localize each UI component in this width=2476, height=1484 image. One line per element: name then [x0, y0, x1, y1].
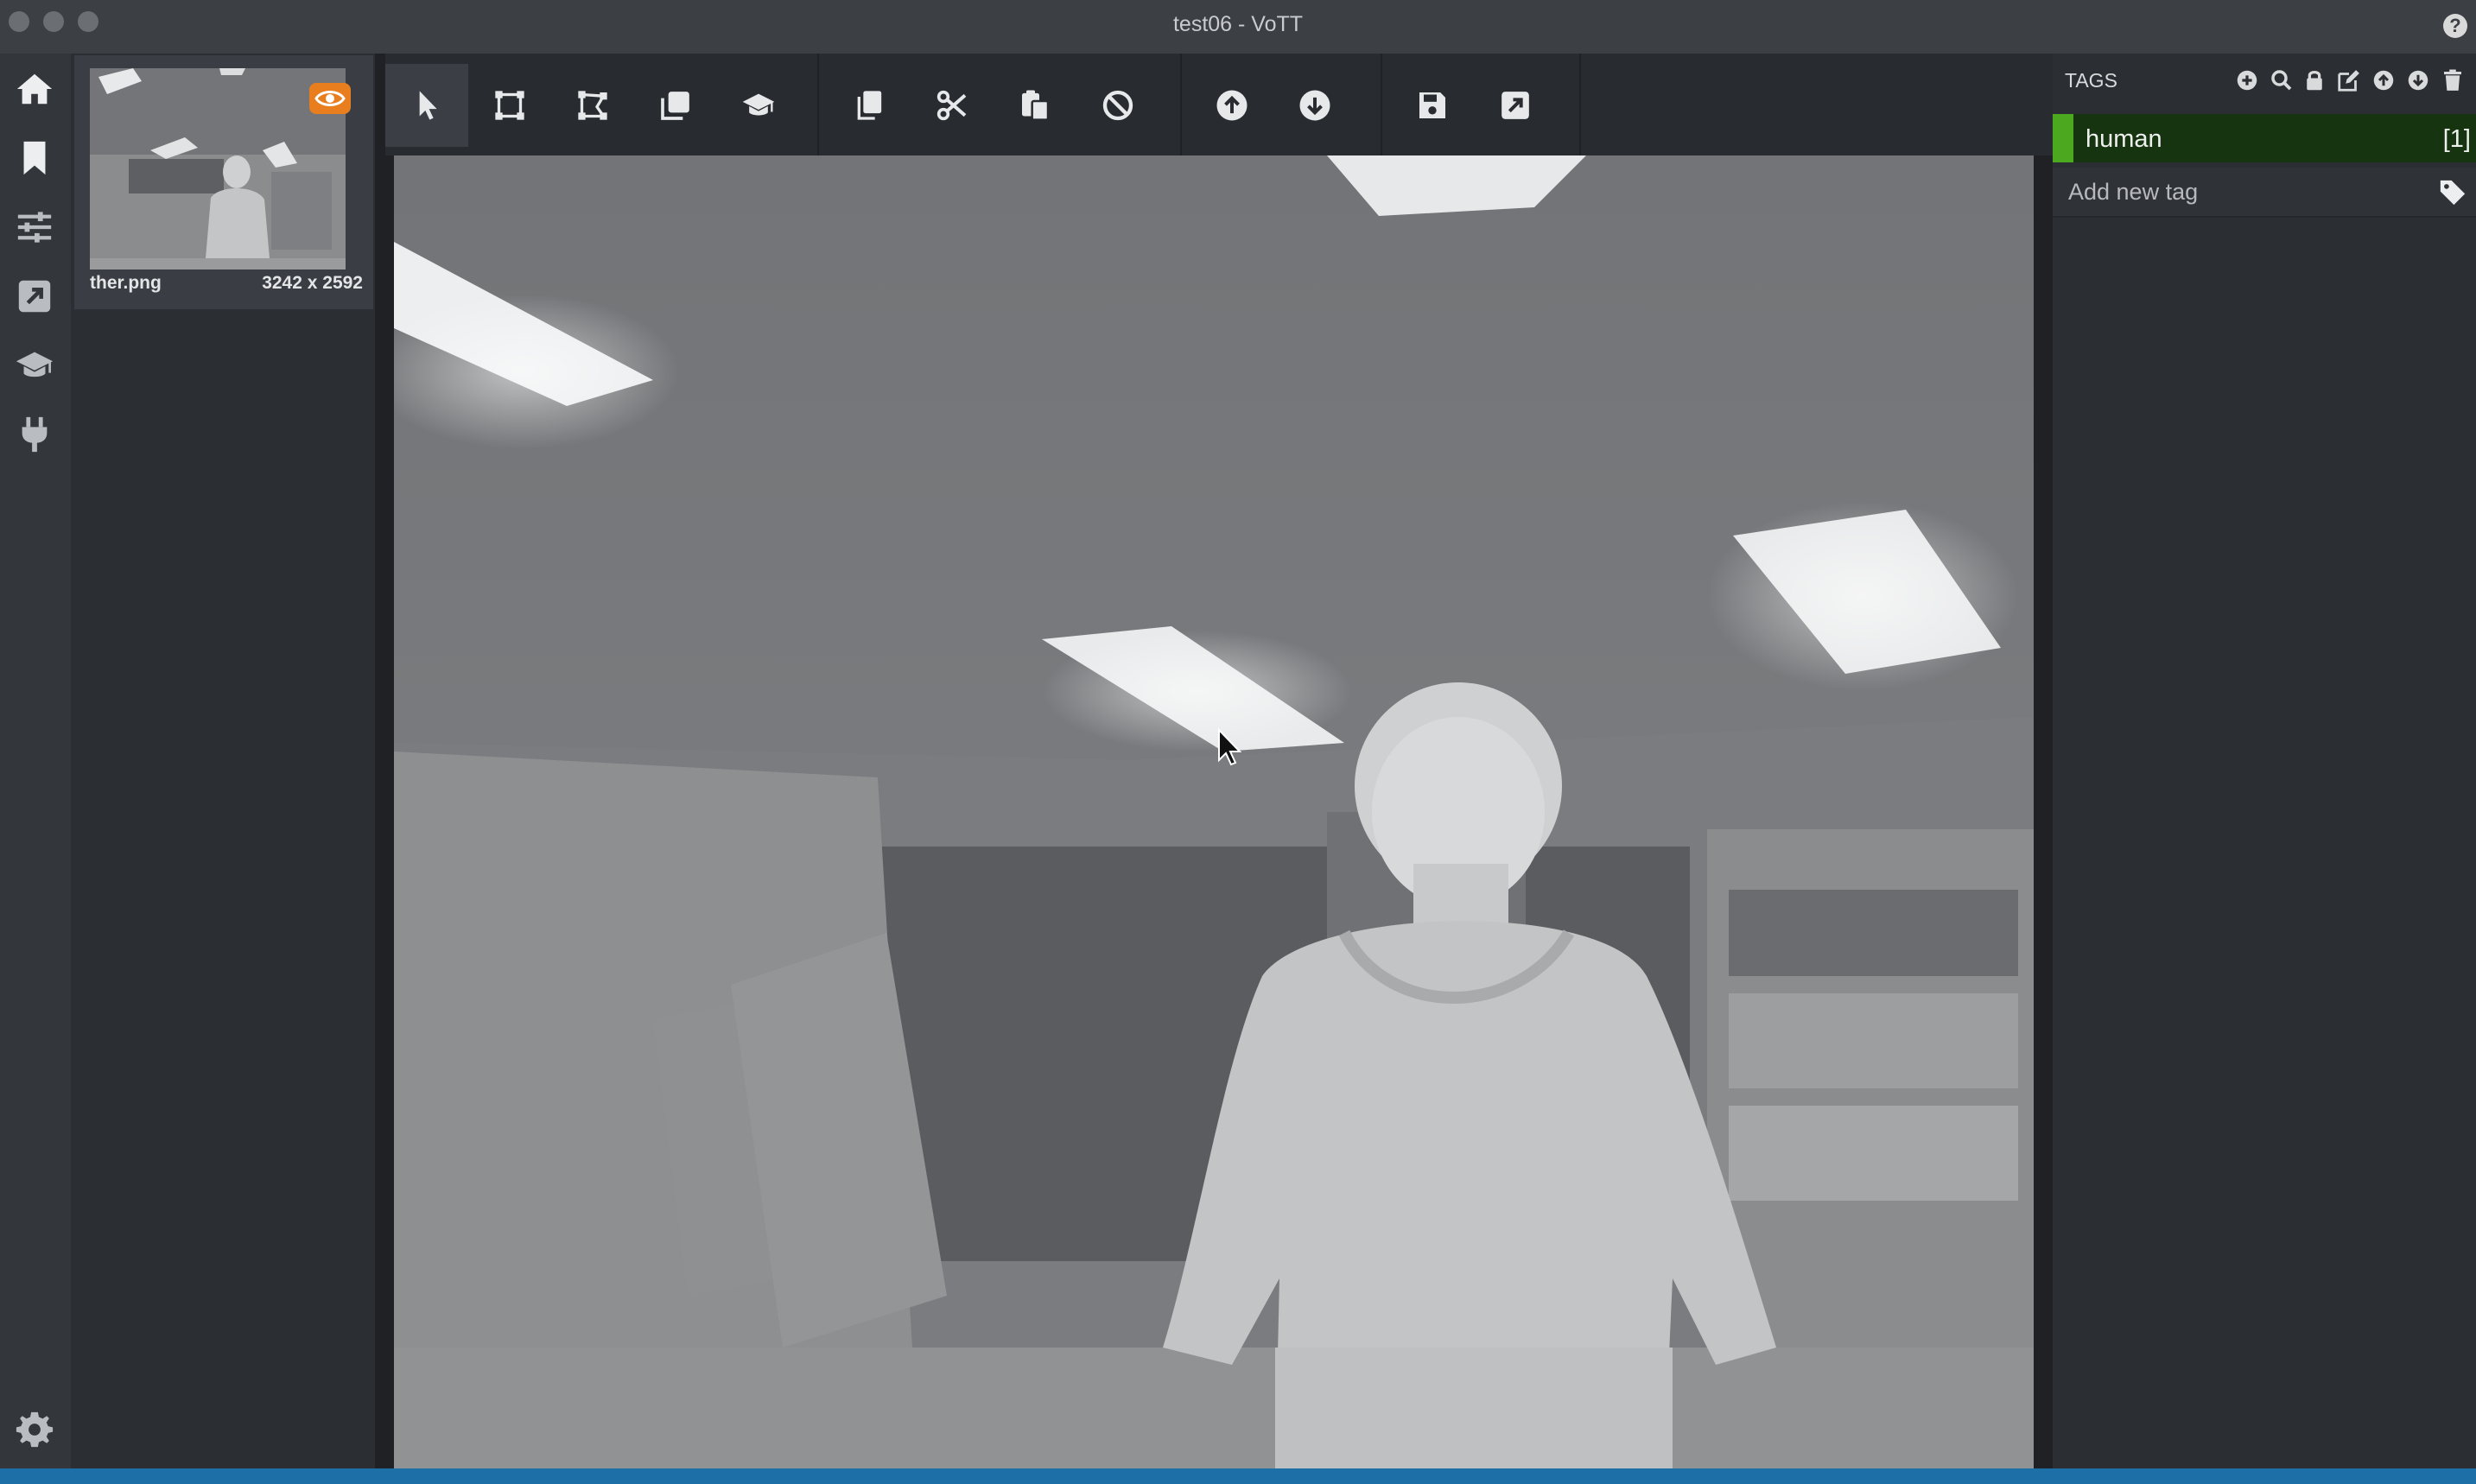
asset-thumbnail-image: [90, 68, 346, 270]
cut-regions-button[interactable]: [911, 64, 994, 147]
tag-name: human: [2086, 125, 2162, 153]
toolbar-separator: [1381, 54, 1382, 155]
status-bar: [0, 1468, 2476, 1484]
toolbar-separator: [1180, 54, 1182, 155]
asset-dimensions: 3242 x 2592: [262, 273, 363, 293]
export-project-button[interactable]: [1474, 64, 1557, 147]
export-icon: [1501, 92, 1529, 119]
asset-thumbnail[interactable]: ther.png 3242 x 2592: [74, 55, 373, 309]
tag-item-human[interactable]: human [1]: [2053, 114, 2476, 162]
tag-color-swatch[interactable]: [2053, 114, 2073, 162]
copy-rectangle-icon: [661, 92, 689, 120]
asset-filename: ther.png: [90, 273, 162, 293]
pointer-icon: [419, 91, 437, 120]
tag-toolbar: [2234, 67, 2466, 93]
sliders-icon[interactable]: [15, 207, 54, 247]
vott-window: test06 - VoTT ? ther.png 3242 x 2592 TAG…: [0, 0, 2476, 1484]
tag-count: [1]: [2442, 125, 2471, 153]
window-title: test06 - VoTT: [1172, 12, 1304, 36]
home-icon[interactable]: [15, 69, 54, 109]
export-icon[interactable]: [15, 276, 54, 316]
delete-tag-icon[interactable]: [2440, 67, 2466, 93]
graduation-cap-icon: [742, 93, 775, 116]
thermal-image-canvas[interactable]: [394, 155, 2034, 1468]
plug-icon[interactable]: [15, 415, 54, 454]
paste-regions-button[interactable]: [994, 64, 1076, 147]
editor-toolbar: [385, 54, 2053, 155]
draw-rectangle-button[interactable]: [468, 64, 551, 147]
left-nav: [0, 54, 71, 1468]
tags-title: TAGS: [2065, 69, 2117, 92]
toolbar-separator: [1579, 54, 1581, 155]
scissors-icon: [936, 90, 967, 121]
save-project-button[interactable]: [1391, 64, 1474, 147]
move-tag-down-icon[interactable]: [2405, 67, 2431, 93]
toolbar-separator: [817, 54, 819, 155]
select-tool-button[interactable]: [385, 64, 468, 147]
bookmark-icon[interactable]: [15, 138, 54, 178]
copy-icon: [857, 91, 882, 120]
copy-regions-button[interactable]: [828, 64, 911, 147]
arrow-up-icon: [1216, 90, 1248, 121]
help-icon[interactable]: ?: [2443, 14, 2467, 38]
previous-asset-button[interactable]: [1190, 64, 1273, 147]
edit-icon[interactable]: [2336, 67, 2362, 93]
lock-icon[interactable]: [2301, 67, 2327, 93]
tag-icon: [2440, 180, 2466, 206]
polygon-icon: [578, 91, 607, 120]
move-tag-up-icon[interactable]: [2371, 67, 2397, 93]
add-new-tag-input[interactable]: [2053, 168, 2424, 216]
search-icon[interactable]: [2269, 67, 2295, 93]
paste-icon: [1022, 90, 1050, 121]
add-tag-row: [2053, 168, 2476, 218]
arrow-down-icon: [1299, 90, 1330, 121]
title-bar: test06 - VoTT ?: [0, 0, 2476, 54]
add-tag-icon[interactable]: [2234, 67, 2260, 93]
save-icon: [1419, 92, 1445, 118]
draw-polygon-button[interactable]: [551, 64, 634, 147]
gear-icon[interactable]: [15, 1410, 54, 1449]
next-asset-button[interactable]: [1273, 64, 1356, 147]
asset-preview-panel: ther.png 3242 x 2592: [71, 54, 375, 1468]
ban-icon: [1102, 90, 1133, 121]
active-learning-button[interactable]: [717, 64, 800, 147]
copy-rectangle-button[interactable]: [634, 64, 717, 147]
remove-all-regions-button[interactable]: [1076, 64, 1159, 147]
tags-panel: TAGS human [1] Add new tag: [2053, 54, 2476, 1468]
graduation-cap-icon[interactable]: [15, 346, 54, 385]
visited-eye-icon: [309, 83, 351, 114]
rectangle-icon: [495, 91, 524, 120]
